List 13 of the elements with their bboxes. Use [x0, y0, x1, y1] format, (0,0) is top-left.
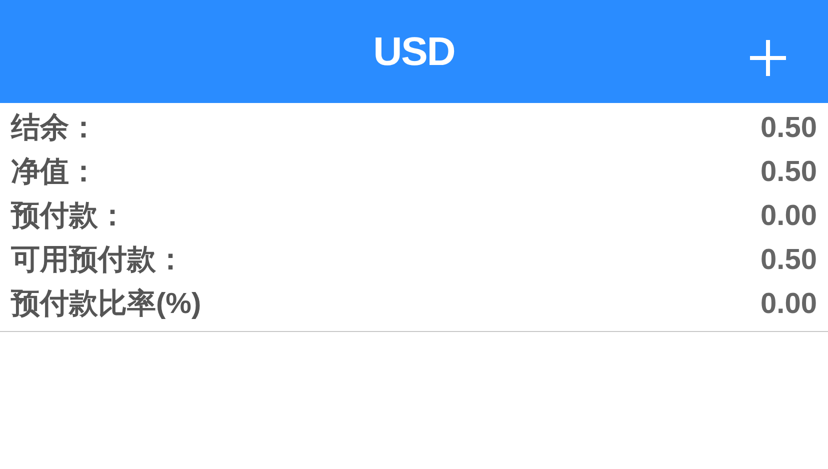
field-value: 0.00	[760, 199, 817, 234]
field-label: 预付款比率(%)	[11, 286, 202, 322]
field-value: 0.50	[760, 111, 817, 146]
field-value: 0.50	[760, 243, 817, 278]
field-label: 净值：	[11, 155, 98, 190]
header-title: USD	[373, 28, 455, 76]
add-button[interactable]	[748, 38, 788, 78]
field-value: 0.50	[760, 155, 817, 190]
field-label: 可用预付款：	[11, 243, 185, 278]
field-label: 结余：	[11, 111, 98, 146]
plus-icon	[749, 39, 787, 77]
field-value: 0.00	[760, 287, 817, 322]
field-label: 预付款：	[11, 199, 127, 234]
